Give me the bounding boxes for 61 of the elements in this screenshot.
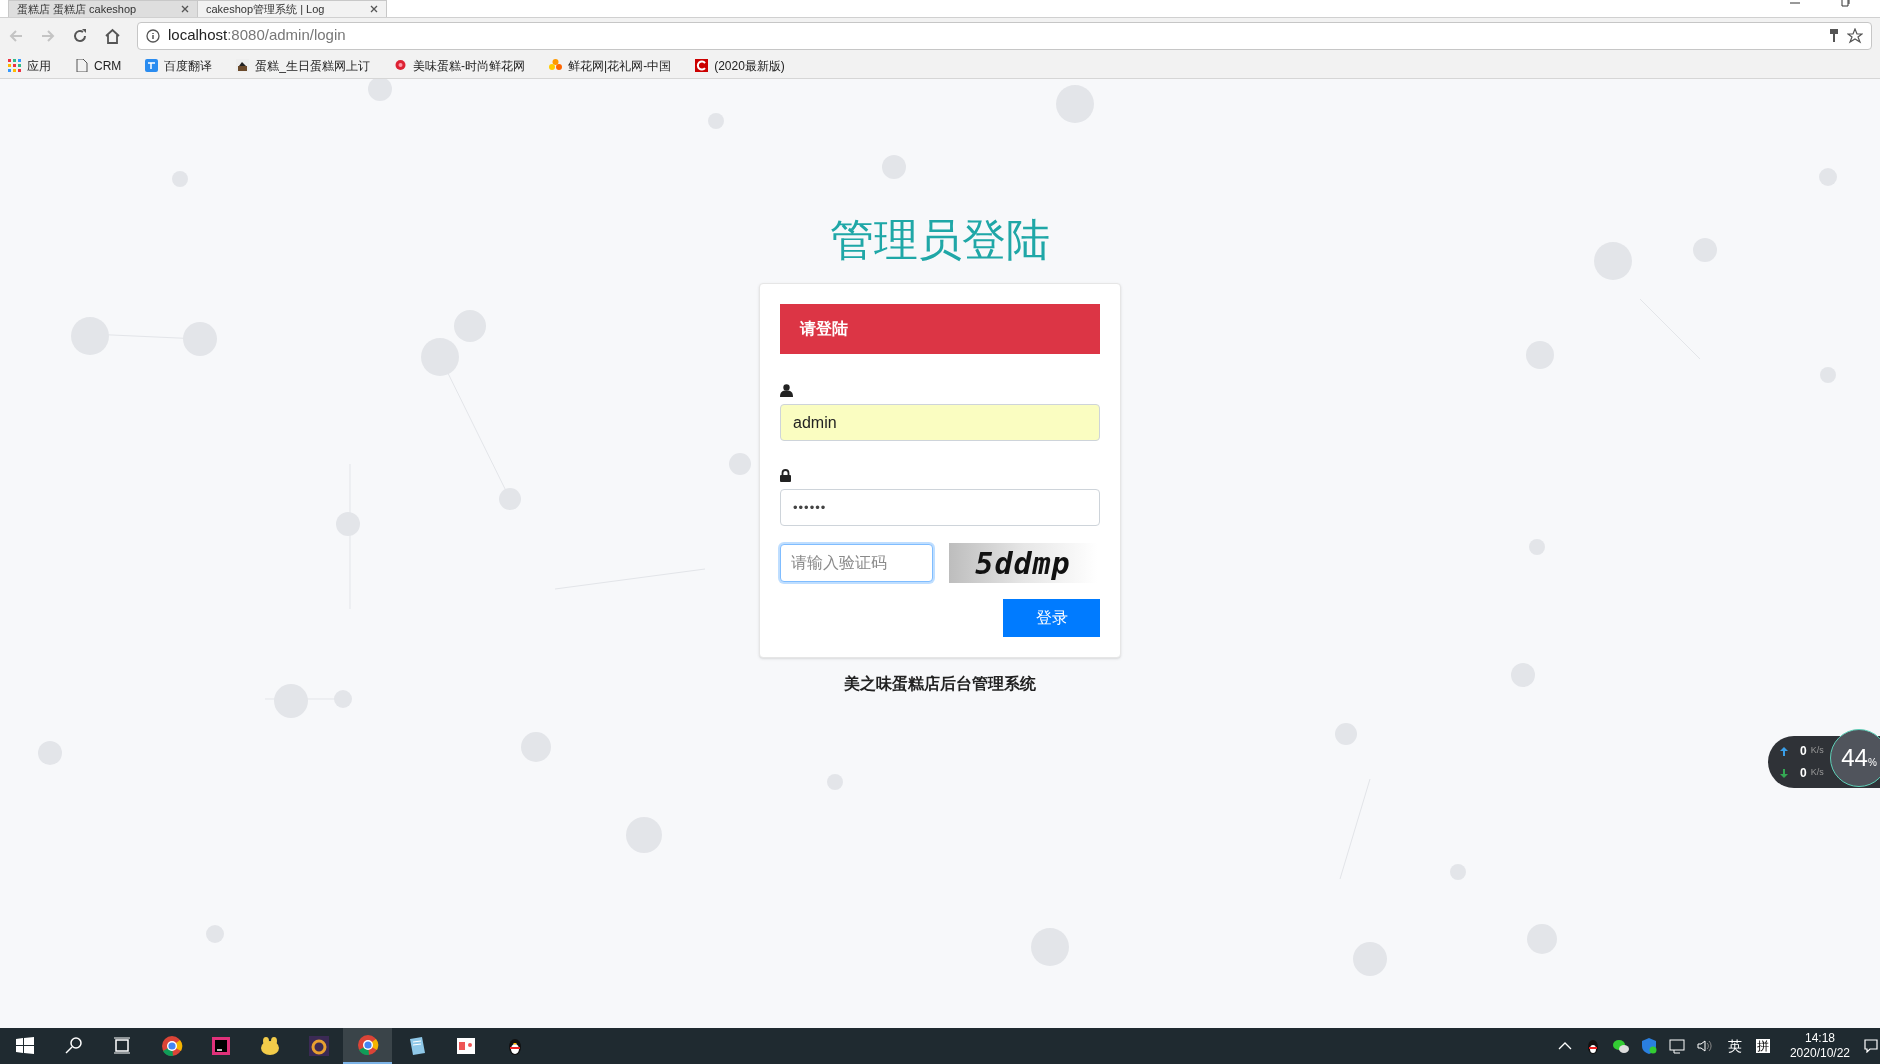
chat-bubbles-icon[interactable] xyxy=(1611,1037,1630,1055)
volume-icon[interactable] xyxy=(1695,1037,1714,1055)
ide-icon xyxy=(209,1035,232,1057)
close-icon[interactable] xyxy=(370,5,378,13)
bookmark[interactable]: 鲜花网|花礼网-中国 xyxy=(545,56,676,75)
bookmark[interactable]: 美味蛋糕-时尚鲜花网 xyxy=(390,56,529,75)
bookmark[interactable]: 蛋糕_生日蛋糕网上订 xyxy=(232,56,374,75)
slides-icon xyxy=(454,1035,477,1057)
user-icon xyxy=(780,384,793,397)
up-arrow-icon xyxy=(1780,746,1788,756)
browser-tab[interactable]: cakeshop管理系统 | Log xyxy=(197,0,387,17)
info-icon xyxy=(146,28,160,43)
close-icon[interactable] xyxy=(181,5,189,13)
clock-time: 14:18 xyxy=(1804,1031,1835,1046)
taskbar-button[interactable] xyxy=(343,1028,392,1064)
login-button[interactable]: 登录 xyxy=(1003,599,1100,637)
bookmark[interactable]: 应用 xyxy=(4,56,55,75)
key-icon[interactable] xyxy=(1829,28,1839,43)
translate-icon xyxy=(145,59,159,72)
cake-icon xyxy=(236,59,250,72)
shield-icon[interactable] xyxy=(1639,1037,1658,1055)
download-speed: 0 xyxy=(1800,765,1807,782)
restore-icon[interactable] xyxy=(1840,0,1850,8)
bookmark[interactable]: CRM xyxy=(71,56,126,75)
windows-icon xyxy=(13,1035,36,1057)
bookmark[interactable]: 百度翻译 xyxy=(141,56,217,75)
captcha-field[interactable]: 请输入验证码 xyxy=(780,544,933,582)
reload-icon[interactable] xyxy=(72,27,88,44)
down-arrow-icon xyxy=(1780,768,1788,778)
star-icon[interactable] xyxy=(1847,27,1863,44)
notification-icon[interactable] xyxy=(1864,1039,1878,1053)
footer-text: 美之味蛋糕店后台管理系统 xyxy=(844,674,1036,694)
browser-tab[interactable]: 蛋糕店 蛋糕店 cakeshop xyxy=(8,0,198,17)
clock-date: 2020/10/22 xyxy=(1789,1046,1850,1061)
url-text: localhost:8080/admin/login xyxy=(168,25,347,46)
chrome-icon xyxy=(160,1035,183,1057)
upload-speed: 0 xyxy=(1800,743,1807,760)
lock-icon xyxy=(780,469,791,482)
minimize-icon[interactable] xyxy=(1790,0,1800,6)
bookmark[interactable]: (2020最新版) xyxy=(691,56,789,75)
alert-banner: 请登陆 xyxy=(780,304,1100,354)
speed-unit: K/s xyxy=(1810,744,1824,758)
clock[interactable]: 14:18 2020/10/22 xyxy=(1789,1028,1850,1064)
blob-icon xyxy=(258,1035,281,1057)
home-icon[interactable] xyxy=(104,27,121,44)
ime-language[interactable]: 英 xyxy=(1727,1035,1742,1057)
letter-c-icon xyxy=(695,59,709,72)
flower-icon xyxy=(549,59,562,72)
page-heading: 管理员登陆 xyxy=(830,214,1050,266)
password-field[interactable]: •••••• xyxy=(780,489,1100,526)
chrome-icon xyxy=(356,1034,379,1056)
apps-grid-icon xyxy=(8,59,21,72)
speed-unit: K/s xyxy=(1810,766,1824,780)
ime-mode[interactable]: 拼 xyxy=(1755,1039,1770,1053)
network-icon[interactable] xyxy=(1667,1037,1686,1055)
page-icon xyxy=(75,59,88,72)
percent-sign: % xyxy=(1867,757,1877,770)
address-bar[interactable]: localhost:8080/admin/login xyxy=(137,21,1872,50)
rose-icon xyxy=(394,59,407,72)
username-field[interactable]: admin xyxy=(780,404,1100,441)
usage-percent: 44 xyxy=(1841,746,1868,770)
